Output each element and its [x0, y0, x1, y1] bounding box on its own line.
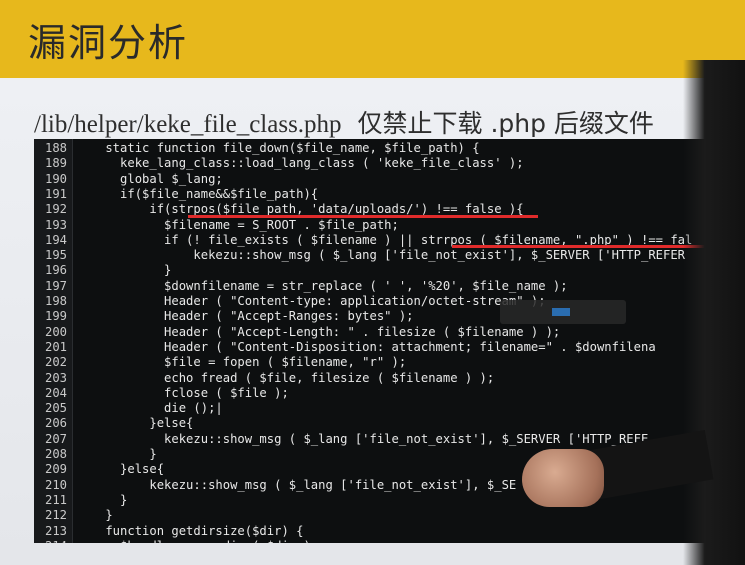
code-text: echo fread ( $file, filesize ( $filename… [76, 370, 495, 385]
line-number: 191 [44, 186, 67, 201]
code-line: 199 Header ( "Accept-Ranges: bytes" ); [34, 309, 745, 324]
code-text: static function file_down($file_name, $f… [76, 141, 480, 155]
presenter-hand [522, 449, 604, 507]
code-text: global $_lang; [76, 171, 223, 186]
line-number: 203 [44, 370, 67, 385]
code-text: kekezu::show_msg ( $_lang ['file_not_exi… [76, 248, 686, 263]
line-number: 190 [44, 171, 67, 186]
code-line: 201 Header ( "Content-Disposition: attac… [34, 340, 745, 355]
code-line: 193 $filename = S_ROOT . $file_path; [34, 218, 745, 233]
title-banner: 漏洞分析 [0, 0, 745, 78]
line-number: 193 [44, 217, 67, 232]
slide-title: 漏洞分析 [28, 21, 189, 65]
code-text: kekezu::show_msg ( $_lang ['file_not_exi… [76, 431, 649, 446]
code-text: kekezu::show_msg ( $_lang ['file_not_exi… [76, 477, 517, 492]
subtitle-note: 仅禁止下载 .php 后缀文件 [357, 109, 654, 138]
slide-subtitle: /lib/helper/keke_file_class.php 仅禁止下载 .p… [34, 104, 654, 140]
code-line: 211 } [34, 493, 745, 508]
line-number: 189 [44, 156, 67, 171]
line-number: 213 [44, 523, 67, 538]
code-line: 205 die ();| [34, 401, 745, 416]
code-line: 214 $handle = opendir ( $dir ); [34, 539, 745, 543]
code-line: 202 $file = fopen ( $filename, "r" ); [34, 355, 745, 370]
code-line: 213 function getdirsize($dir) { [34, 524, 745, 539]
code-text: Header ( "Accept-Length: " . filesize ( … [76, 324, 561, 339]
code-text: function getdirsize($dir) { [76, 523, 304, 538]
code-line: 200 Header ( "Accept-Length: " . filesiz… [34, 325, 745, 340]
code-text: Header ( "Content-Disposition: attachmen… [76, 339, 656, 354]
code-text: fclose ( $file ); [76, 385, 289, 400]
line-number: 194 [44, 232, 67, 247]
code-line: 191 if($file_name&&$file_path){ [34, 187, 745, 202]
code-text: } [76, 492, 128, 507]
line-number: 188 [44, 141, 67, 155]
line-number: 197 [44, 278, 67, 293]
line-number: 201 [44, 339, 67, 354]
code-line: 196 } [34, 263, 745, 278]
code-line: 190 global $_lang; [34, 172, 745, 187]
line-number: 206 [44, 416, 67, 431]
code-text: $file = fopen ( $filename, "r" ); [76, 355, 407, 370]
line-number: 211 [44, 492, 67, 507]
code-line: 189 keke_lang_class::load_lang_class ( '… [34, 156, 745, 171]
code-text: } [76, 447, 157, 461]
code-text: } [76, 508, 113, 523]
code-text: $handle = opendir ( $dir ); [76, 539, 318, 543]
line-number: 195 [44, 248, 67, 263]
highlight-underline-strpos [188, 215, 538, 218]
line-number: 212 [44, 508, 67, 523]
progress-indicator [552, 308, 570, 316]
line-number: 209 [44, 462, 67, 477]
line-number: 196 [44, 263, 67, 278]
code-text: die ();| [76, 401, 223, 416]
code-text: $downfilename = str_replace ( ' ', '%20'… [76, 278, 568, 293]
code-line: 212 } [34, 508, 745, 523]
line-number: 200 [44, 324, 67, 339]
file-path: /lib/helper/keke_file_class.php [34, 111, 342, 138]
code-line: 203 echo fread ( $file, filesize ( $file… [34, 371, 745, 386]
code-line: 188 static function file_down($file_name… [34, 141, 745, 156]
video-progress-overlay[interactable] [500, 300, 626, 324]
line-number: 198 [44, 294, 67, 308]
code-text: if($file_name&&$file_path){ [76, 186, 319, 201]
line-number: 205 [44, 401, 67, 416]
code-text: keke_lang_class::load_lang_class ( 'keke… [76, 156, 524, 171]
code-line: 204 fclose ( $file ); [34, 386, 745, 401]
code-line: 197 $downfilename = str_replace ( ' ', '… [34, 279, 745, 294]
code-text: }else{ [76, 416, 194, 431]
line-number: 199 [44, 309, 67, 324]
line-number: 192 [44, 202, 67, 217]
line-number: 204 [44, 385, 67, 400]
code-line: 198 Header ( "Content-type: application/… [34, 294, 745, 309]
code-text: Header ( "Accept-Ranges: bytes" ); [76, 309, 414, 324]
code-text: }else{ [76, 462, 165, 477]
line-number: 202 [44, 355, 67, 370]
code-text: Header ( "Content-type: application/octe… [76, 294, 546, 308]
line-number: 208 [44, 447, 67, 461]
presenter-silhouette [683, 60, 745, 565]
line-number: 207 [44, 431, 67, 446]
code-text: $filename = S_ROOT . $file_path; [76, 217, 399, 232]
code-line: 195 kekezu::show_msg ( $_lang ['file_not… [34, 248, 745, 263]
line-number: 210 [44, 477, 67, 492]
code-text: } [76, 263, 172, 278]
code-line: 206 }else{ [34, 416, 745, 431]
line-number: 214 [34, 539, 67, 543]
